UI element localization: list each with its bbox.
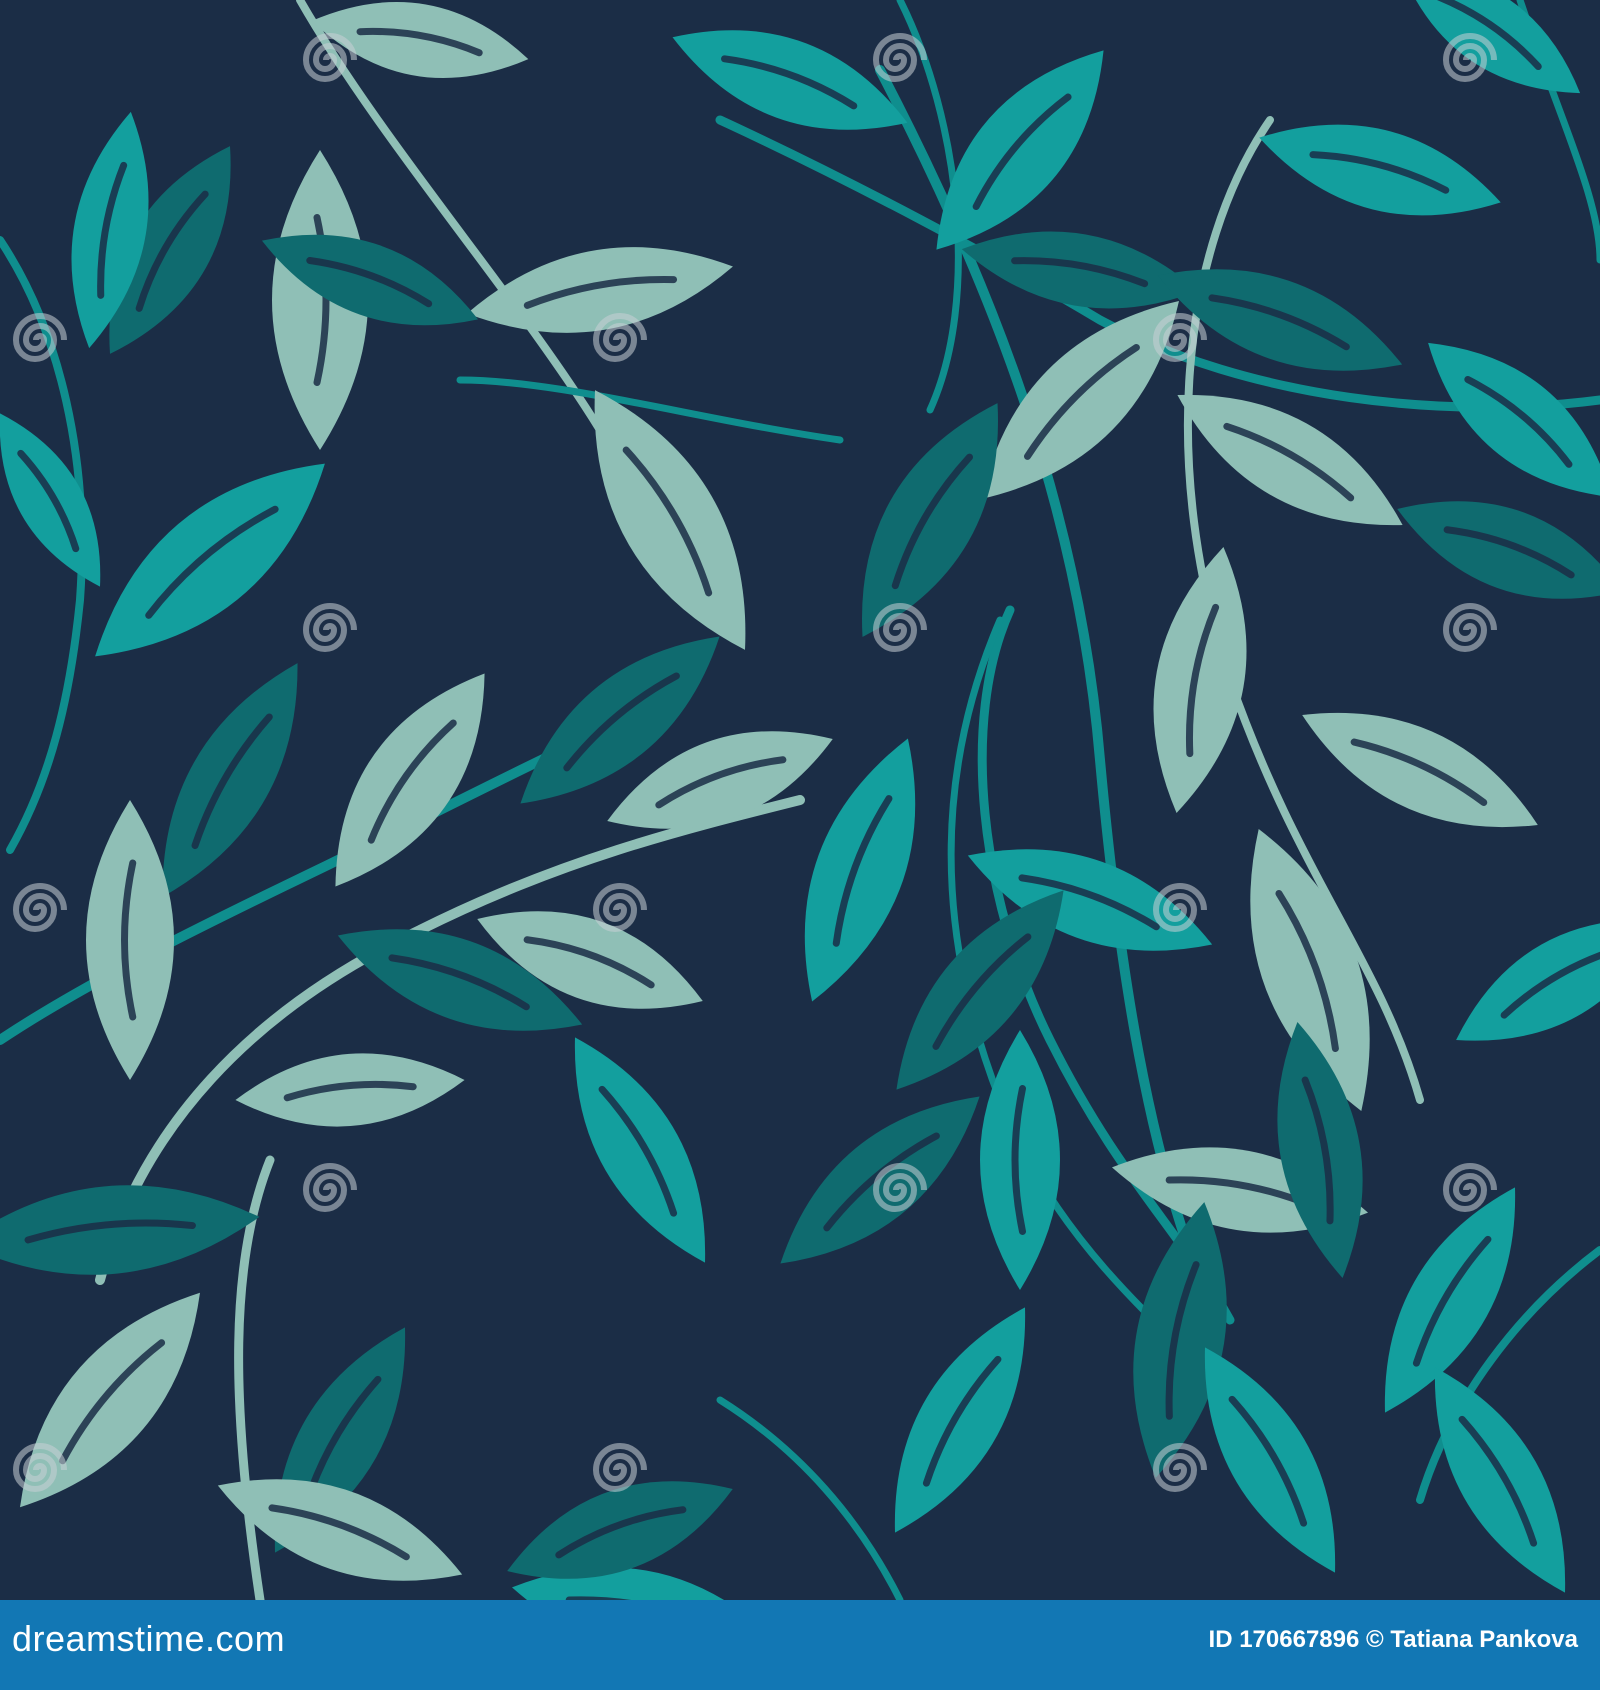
leaf-28 <box>1157 269 1403 371</box>
author-name: Tatiana Pankova <box>1390 1626 1578 1653</box>
leaf-shape <box>1428 342 1600 498</box>
leaf-15 <box>235 1053 465 1127</box>
leaf-34 <box>1153 547 1247 813</box>
leaf-30 <box>1399 0 1581 94</box>
spiral-stroke <box>302 603 357 652</box>
leaf-19 <box>20 1292 200 1508</box>
leaf-shape <box>20 1292 200 1508</box>
leaf-pattern-svg <box>0 0 1600 1600</box>
site-logo[interactable]: dreamstime.com <box>12 1618 285 1660</box>
leaf-4 <box>467 247 733 333</box>
leaf-shape <box>0 413 101 587</box>
leaf-31 <box>1428 342 1600 498</box>
leaf-shape <box>1399 0 1581 94</box>
leaf-29 <box>1259 124 1501 216</box>
leaf-shape <box>1157 269 1403 371</box>
leaf-shape <box>335 673 485 887</box>
spiral-stroke <box>592 1443 647 1492</box>
leaf-pattern-image <box>0 0 1600 1600</box>
spiral-icon <box>872 33 927 82</box>
leaf-shape <box>0 1185 260 1275</box>
spiral-icon <box>1442 603 1497 652</box>
leaf-shape <box>1302 712 1538 828</box>
leaf-shape <box>235 1053 465 1127</box>
leaf-50 <box>1456 919 1600 1041</box>
leaf-46 <box>894 1307 1026 1533</box>
leaf-35 <box>1302 712 1538 828</box>
spiral-stroke <box>872 33 927 82</box>
leaf-shape <box>1456 919 1600 1041</box>
stem-11 <box>716 1396 904 1600</box>
leaf-shape <box>574 1037 706 1263</box>
spiral-icon <box>302 603 357 652</box>
leaf-40 <box>896 890 1064 1090</box>
footer-bar: dreamstime.com ID 170667896 © Tatiana Pa… <box>0 1600 1600 1690</box>
leaf-shape <box>894 1307 1026 1533</box>
leaf-10 <box>335 673 485 887</box>
leaf-6 <box>95 463 325 657</box>
spiral-stroke <box>1152 1443 1207 1492</box>
leaf-7 <box>0 413 101 587</box>
leaf-13 <box>86 800 174 1080</box>
spiral-icon <box>1152 1443 1207 1492</box>
spiral-stroke <box>1442 603 1497 652</box>
leaf-18 <box>574 1037 706 1263</box>
spiral-stroke <box>302 1163 357 1212</box>
spiral-stroke <box>592 883 647 932</box>
spiral-icon <box>592 883 647 932</box>
leaf-36 <box>1397 501 1600 599</box>
spiral-stroke <box>12 883 67 932</box>
leaf-shape <box>467 247 733 333</box>
spiral-icon <box>302 1163 357 1212</box>
leaf-shape <box>896 890 1064 1090</box>
image-credit: ID 170667896 © Tatiana Pankova <box>1209 1626 1578 1654</box>
leaf-16 <box>0 1185 260 1275</box>
spiral-icon <box>12 883 67 932</box>
leaf-shape <box>1259 124 1501 216</box>
image-id: ID 170667896 <box>1208 1626 1360 1653</box>
leaf-shape <box>95 463 325 657</box>
spiral-stroke <box>1442 1163 1497 1212</box>
spiral-icon <box>1442 1163 1497 1212</box>
spiral-icon <box>592 1443 647 1492</box>
leaf-shape <box>1153 547 1247 813</box>
leaf-shape <box>86 800 174 1080</box>
copyright-symbol: © <box>1366 1626 1384 1653</box>
leaf-shape <box>1397 501 1600 599</box>
